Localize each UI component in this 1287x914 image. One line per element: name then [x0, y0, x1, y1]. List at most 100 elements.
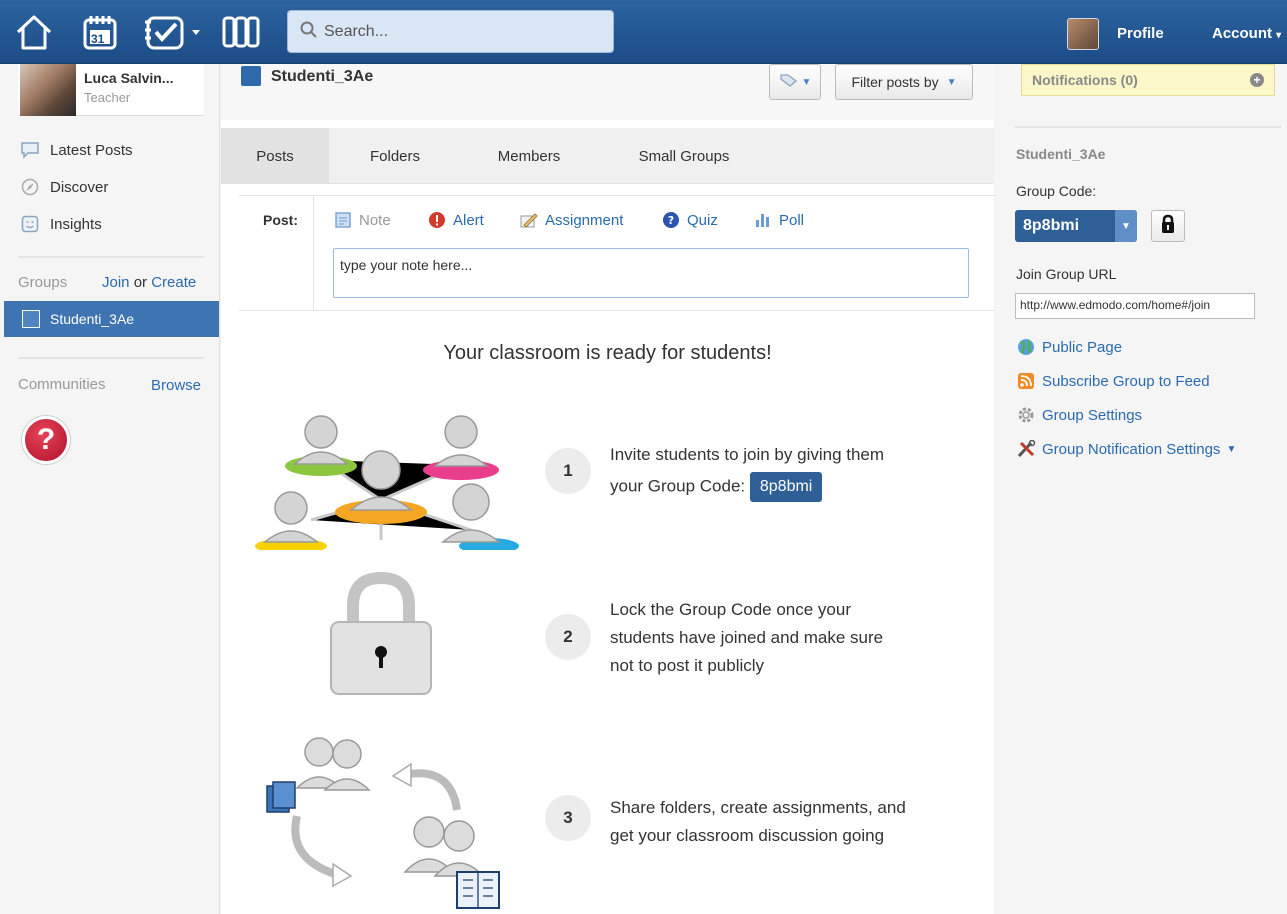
- compass-icon: [20, 177, 40, 197]
- chevron-down-icon: ▼: [801, 76, 812, 88]
- step-number: 3: [545, 795, 591, 841]
- divider: [313, 196, 314, 311]
- join-create-links: Join or Create: [102, 274, 197, 291]
- post-type-quiz[interactable]: ? Quiz: [661, 210, 718, 230]
- create-link[interactable]: Create: [151, 274, 196, 291]
- post-type-note[interactable]: Note: [333, 210, 391, 230]
- left-sidebar: Luca Salvin... Teacher Latest Posts Disc…: [0, 64, 220, 914]
- join-url-label: Join Group URL: [1016, 266, 1117, 282]
- account-menu[interactable]: Account ▾: [1212, 25, 1281, 42]
- avatar: [20, 64, 76, 116]
- group-header: Studenti_3Ae ▼ Filter posts by ▼: [221, 64, 994, 120]
- sharing-icon: [261, 732, 511, 912]
- note-icon: [333, 210, 353, 230]
- assignment-icon: [519, 210, 539, 230]
- speech-bubble-icon: [20, 140, 40, 160]
- groups-heading: Groups: [18, 274, 68, 291]
- chevron-down-icon: ▼: [1115, 210, 1137, 242]
- alert-icon: [427, 210, 447, 230]
- step-number: 1: [545, 448, 591, 494]
- group-code-badge: 8p8bmi: [749, 472, 823, 502]
- help-icon[interactable]: ?: [22, 416, 70, 464]
- filter-posts-button[interactable]: Filter posts by ▼: [835, 64, 973, 100]
- tab-posts[interactable]: Posts: [221, 128, 329, 184]
- lock-code-button[interactable]: [1151, 210, 1185, 242]
- tab-folders[interactable]: Folders: [349, 128, 441, 184]
- join-link[interactable]: Join: [102, 274, 130, 291]
- search-input[interactable]: Search...: [324, 23, 388, 41]
- nav-avatar[interactable]: [1067, 18, 1099, 50]
- user-role: Teacher: [84, 90, 131, 105]
- tag-filter-button[interactable]: ▼: [769, 64, 821, 100]
- main-content: Studenti_3Ae ▼ Filter posts by ▼ Posts F…: [221, 64, 999, 914]
- chevron-down-icon: ▾: [1276, 30, 1282, 41]
- notifications-box[interactable]: Notifications (0) +: [1021, 64, 1275, 96]
- tag-icon: [779, 72, 799, 92]
- right-sidebar: Notifications (0) + Studenti_3Ae Group C…: [995, 64, 1287, 914]
- divider: [18, 256, 204, 258]
- group-name: Studenti_3Ae: [50, 311, 135, 327]
- calendar-day: 31: [91, 32, 105, 46]
- group-name-heading: Studenti_3Ae: [1016, 146, 1106, 162]
- public-page-link[interactable]: Public Page: [1016, 337, 1122, 357]
- post-composer: Post: Note Alert Assignment ? Quiz Poll …: [239, 195, 999, 311]
- top-nav-bar: 31 Search... Profile Account ▾: [0, 0, 1287, 64]
- sidebar-item-latest-posts[interactable]: Latest Posts: [20, 140, 133, 160]
- lock-icon: [1160, 214, 1176, 238]
- notification-settings-link[interactable]: Group Notification Settings ▼: [1016, 439, 1236, 459]
- onboarding-title: Your classroom is ready for students!: [443, 342, 772, 364]
- divider: [1015, 126, 1281, 128]
- user-name: Luca Salvin...: [84, 70, 174, 86]
- globe-icon: [1016, 337, 1036, 357]
- library-icon[interactable]: [218, 10, 266, 54]
- padlock-icon: [325, 571, 437, 698]
- sidebar-item-studenti-3ae[interactable]: Studenti_3Ae: [4, 301, 219, 337]
- subscribe-feed-link[interactable]: Subscribe Group to Feed: [1016, 371, 1210, 391]
- tab-members[interactable]: Members: [483, 128, 575, 184]
- plus-icon[interactable]: +: [1250, 73, 1264, 87]
- sidebar-item-label: Insights: [50, 215, 102, 233]
- sidebar-item-discover[interactable]: Discover: [20, 177, 108, 197]
- browse-link[interactable]: Browse: [151, 377, 201, 394]
- chevron-down-icon: ▼: [946, 76, 957, 88]
- post-type-poll[interactable]: Poll: [753, 210, 804, 230]
- post-label: Post:: [263, 212, 298, 228]
- note-input[interactable]: type your note here...: [333, 248, 969, 298]
- post-type-alert[interactable]: Alert: [427, 210, 484, 230]
- home-icon[interactable]: [12, 10, 56, 54]
- tools-icon: [1016, 439, 1036, 459]
- group-square-icon: [22, 310, 40, 328]
- calendar-icon[interactable]: 31: [78, 10, 122, 54]
- search-icon: [300, 21, 318, 43]
- post-type-assignment[interactable]: Assignment: [519, 210, 623, 230]
- chevron-down-icon: ▼: [1226, 443, 1237, 455]
- search-box[interactable]: Search...: [287, 10, 614, 53]
- group-code-dropdown[interactable]: 8p8bmi ▼: [1015, 210, 1137, 242]
- step-text: Invite students to join by giving them y…: [610, 441, 970, 502]
- join-url-field[interactable]: http://www.edmodo.com/home#/join: [1015, 293, 1255, 319]
- group-settings-link[interactable]: Group Settings: [1016, 405, 1142, 425]
- step-text: Lock the Group Code once your students h…: [610, 600, 884, 675]
- divider: [18, 357, 204, 359]
- poll-icon: [753, 210, 773, 230]
- insights-icon: [20, 214, 40, 234]
- user-card[interactable]: Luca Salvin... Teacher: [18, 64, 204, 116]
- quiz-icon: ?: [661, 210, 681, 230]
- page-title: Studenti_3Ae: [271, 68, 374, 85]
- group-code-label: Group Code:: [1016, 183, 1097, 199]
- step-text: Share folders, create assignments, and g…: [610, 798, 906, 845]
- communities-heading: Communities: [18, 376, 106, 393]
- gear-icon: [1016, 405, 1036, 425]
- tab-bar: Posts Folders Members Small Groups: [221, 128, 994, 184]
- svg-text:?: ?: [668, 214, 674, 227]
- people-network-icon: [251, 410, 519, 554]
- group-color-icon: [241, 66, 261, 86]
- sidebar-item-label: Latest Posts: [50, 141, 133, 159]
- rss-icon: [1016, 371, 1036, 391]
- planner-check-icon[interactable]: [142, 10, 204, 54]
- sidebar-item-insights[interactable]: Insights: [20, 214, 102, 234]
- sidebar-item-label: Discover: [50, 178, 109, 196]
- step-number: 2: [545, 614, 591, 660]
- profile-link[interactable]: Profile: [1117, 25, 1164, 42]
- tab-small-groups[interactable]: Small Groups: [621, 128, 747, 184]
